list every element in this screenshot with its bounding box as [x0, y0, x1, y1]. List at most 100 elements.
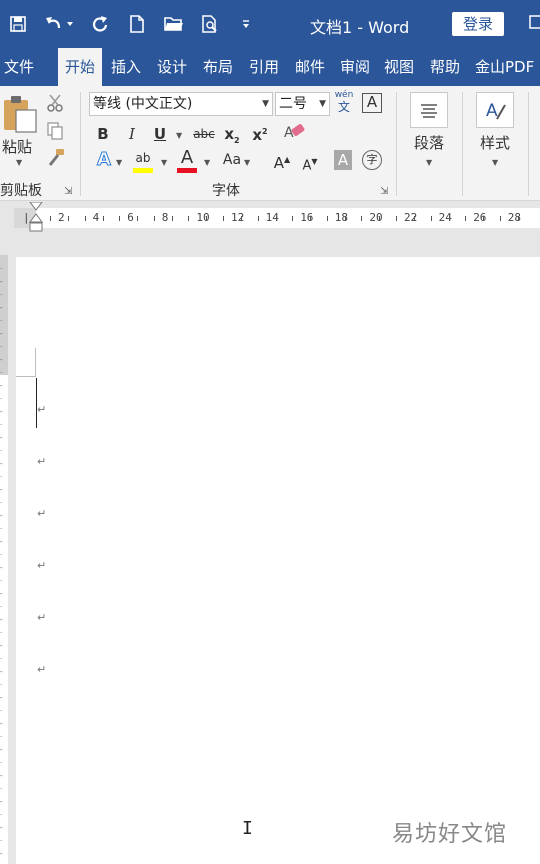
new-document-icon[interactable] — [126, 10, 148, 38]
highlight-color-bar — [133, 168, 153, 173]
window-icon[interactable] — [528, 14, 540, 34]
ruler-number: 18 — [334, 211, 349, 224]
clipboard-launcher-icon[interactable]: ⇲ — [64, 186, 72, 197]
print-preview-icon[interactable] — [198, 10, 222, 38]
redo-icon[interactable] — [88, 10, 112, 38]
font-name-combo[interactable]: 等线 (中文正文) ▼ — [89, 92, 273, 116]
italic-button[interactable]: I — [124, 124, 140, 144]
ruler-number: 20 — [369, 211, 383, 224]
font-group-label: 字体 — [212, 183, 240, 199]
text-effects-button[interactable]: A — [94, 149, 114, 170]
chevron-down-icon[interactable]: ▼ — [319, 93, 326, 115]
cut-icon[interactable] — [46, 94, 64, 116]
paragraph-group-button[interactable]: 段落 — [414, 132, 444, 153]
login-button[interactable]: 登录 — [452, 12, 504, 36]
tab-kingsoft-pdf[interactable]: 金山PDF — [475, 48, 534, 86]
subscript-button[interactable]: x2 — [222, 124, 242, 151]
styles-icon[interactable]: A — [476, 92, 514, 128]
undo-icon[interactable] — [42, 10, 78, 38]
vertical-ruler[interactable]: · - · - · - · - · - · - · - · - · - · - · - · - · - · - · - · - · - · - · - · -… — [0, 255, 8, 864]
vertical-ruler-tick: - — [0, 590, 3, 598]
phonetic-guide-button[interactable]: wén 文 — [334, 90, 354, 114]
ruler-tick — [430, 216, 432, 221]
shrink-font-button[interactable]: A▼ — [300, 152, 320, 176]
character-shading-button[interactable]: A — [334, 150, 352, 170]
ruler-number: 12 — [231, 211, 245, 224]
tab-layout[interactable]: 布局 — [203, 48, 233, 86]
tab-mailings[interactable]: 邮件 — [295, 48, 325, 86]
font-color-dropdown-icon[interactable]: ▼ — [204, 158, 210, 167]
group-divider — [528, 92, 529, 196]
paste-dropdown-icon[interactable]: ▼ — [16, 158, 22, 167]
ruler-tick — [206, 216, 208, 221]
ruler-tick — [361, 216, 363, 221]
copy-icon[interactable] — [46, 122, 64, 144]
ruler-tick — [102, 216, 104, 221]
tab-references[interactable]: 引用 — [249, 48, 279, 86]
indent-marker-icon[interactable] — [29, 201, 43, 238]
ruler-tick — [483, 216, 485, 221]
vertical-ruler-tick: · — [0, 265, 3, 273]
superscript-button[interactable]: x2 — [250, 122, 270, 145]
vertical-ruler-tick: - — [0, 304, 3, 312]
vertical-ruler-tick: · — [0, 291, 3, 299]
tab-insert[interactable]: 插入 — [111, 48, 141, 86]
styles-dropdown-icon[interactable]: ▼ — [492, 158, 498, 167]
ruler-tick — [465, 216, 467, 221]
chevron-down-icon[interactable]: ▼ — [262, 93, 269, 115]
paste-button[interactable]: 粘贴 — [2, 136, 32, 157]
ruler-tick — [223, 216, 224, 221]
format-painter-icon[interactable] — [46, 148, 66, 172]
tab-file[interactable]: 文件 — [4, 48, 34, 86]
grow-font-button[interactable]: A▲ — [272, 150, 292, 173]
open-folder-icon[interactable] — [162, 10, 186, 38]
vertical-ruler-tick: - — [0, 642, 3, 650]
underline-button[interactable]: U — [152, 124, 168, 144]
text-effects-dropdown-icon[interactable]: ▼ — [116, 158, 122, 167]
change-case-button[interactable]: Aa — [220, 150, 244, 170]
document-page[interactable]: ↵ ↵ ↵ ↵ ↵ ↵ — [16, 257, 540, 864]
vertical-ruler-tick: - — [0, 850, 3, 858]
ruler-tick — [292, 216, 294, 221]
ruler-tick — [275, 216, 277, 221]
font-launcher-icon[interactable]: ⇲ — [380, 186, 388, 197]
grow-font-arrow-icon: ▲ — [284, 155, 291, 164]
vertical-ruler-tick: - — [0, 538, 3, 546]
horizontal-ruler[interactable]: | 2 4 6 8 10 12 14 16 18 20 22 24 26 28 — [14, 201, 540, 232]
tab-home[interactable]: 开始 — [58, 48, 102, 86]
tab-design[interactable]: 设计 — [157, 48, 187, 86]
save-icon[interactable] — [6, 10, 30, 38]
vertical-ruler-tick: · — [0, 317, 3, 325]
highlight-label: ab — [135, 151, 151, 165]
vertical-ruler-tick: · — [0, 577, 3, 585]
superscript-letter: x — [252, 126, 263, 144]
paragraph-dropdown-icon[interactable]: ▼ — [426, 158, 432, 167]
tab-help[interactable]: 帮助 — [430, 48, 460, 86]
font-size-combo[interactable]: 二号 ▼ — [275, 92, 330, 116]
ruler-number: 28 — [507, 211, 522, 224]
character-border-button[interactable]: A — [362, 93, 382, 113]
vertical-ruler-tick: · — [0, 837, 3, 845]
customize-quick-access-icon[interactable] — [238, 10, 254, 38]
ruler-area: | 2 4 6 8 10 12 14 16 18 20 22 24 26 28 — [0, 201, 540, 235]
styles-group-button[interactable]: 样式 — [480, 132, 510, 153]
tab-view[interactable]: 视图 — [384, 48, 414, 86]
vertical-ruler-tick: - — [0, 408, 3, 416]
bold-button[interactable]: B — [94, 124, 112, 144]
clear-formatting-icon[interactable]: A — [282, 122, 308, 150]
tab-review[interactable]: 审阅 — [340, 48, 370, 86]
strikethrough-button[interactable]: abc — [192, 124, 216, 144]
vertical-ruler-tick: · — [0, 629, 3, 637]
underline-dropdown-icon[interactable]: ▼ — [176, 131, 182, 140]
change-case-dropdown-icon[interactable]: ▼ — [244, 158, 250, 167]
paragraph-icon[interactable] — [410, 92, 448, 128]
ruler-number: 14 — [265, 211, 279, 224]
font-color-button[interactable]: A — [176, 148, 198, 168]
shrink-font-arrow-icon: ▼ — [311, 157, 318, 166]
paragraph-mark: ↵ — [37, 559, 47, 572]
vertical-ruler-tick: · — [0, 733, 3, 741]
highlight-button[interactable]: ab — [132, 148, 154, 168]
highlight-dropdown-icon[interactable]: ▼ — [161, 158, 167, 167]
enclose-characters-button[interactable]: 字 — [362, 150, 382, 170]
paste-icon[interactable] — [2, 94, 38, 138]
